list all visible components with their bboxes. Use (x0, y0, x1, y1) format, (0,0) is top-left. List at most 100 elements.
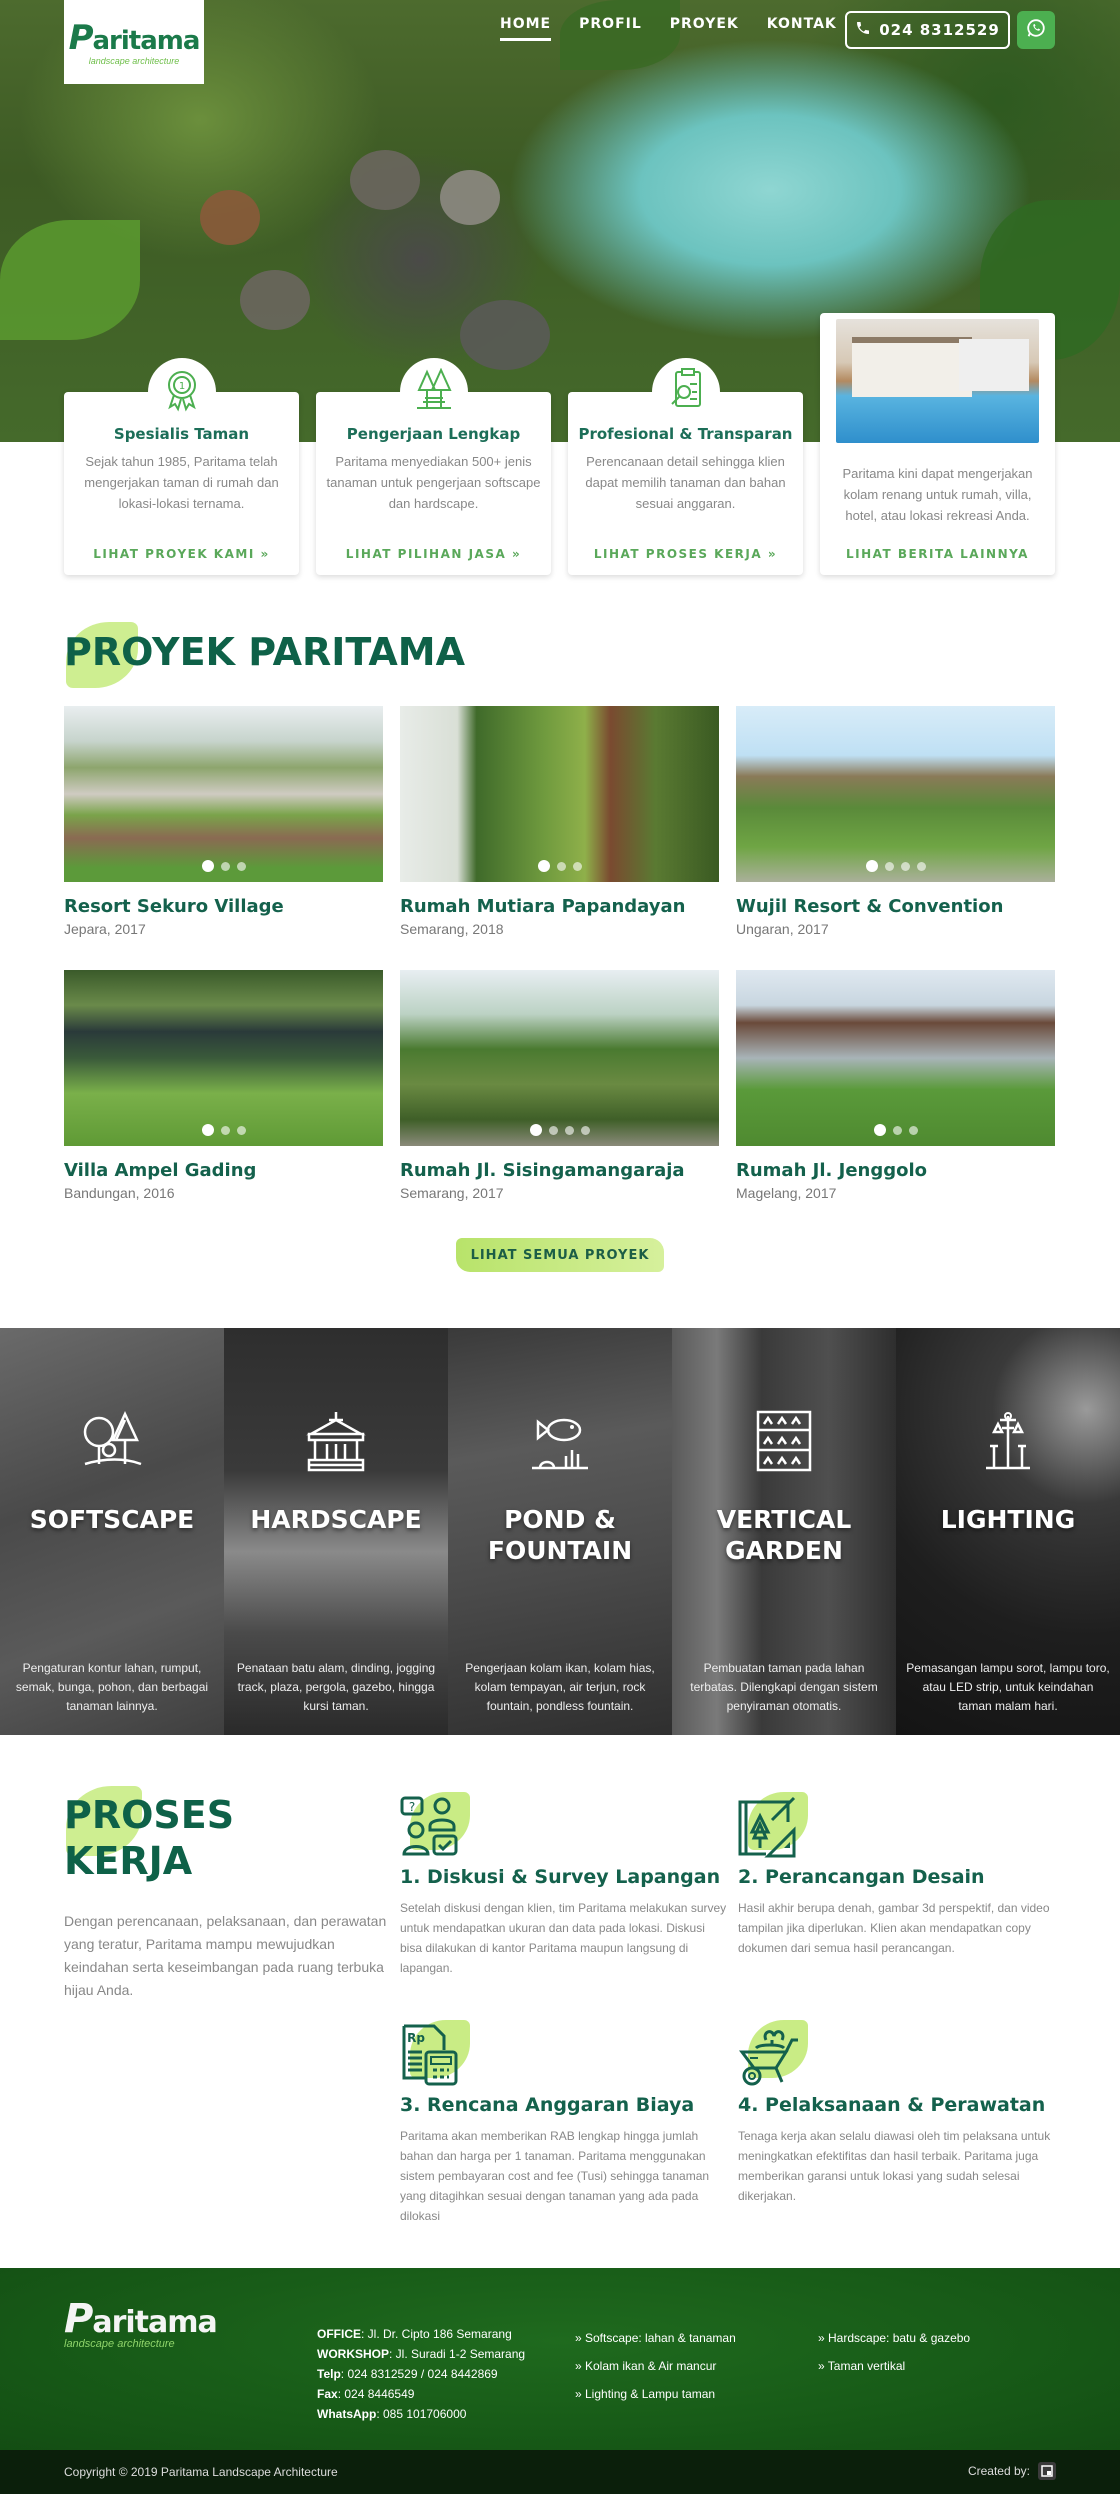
foliage-decoration (0, 220, 140, 340)
project-card[interactable]: Rumah Jl. Sisingamangaraja Semarang, 201… (400, 970, 719, 1234)
process-step: 4. Pelaksanaan & Perawatan Tenaga kerja … (738, 2020, 1068, 2206)
project-image[interactable] (736, 706, 1055, 882)
logo-tagline: landscape architecture (88, 56, 180, 66)
project-name[interactable]: Villa Ampel Gading (64, 1160, 383, 1181)
svg-text:Rp: Rp (407, 2031, 425, 2045)
carousel-dot[interactable] (580, 1125, 590, 1135)
feature-title: Profesional & Transparan (578, 425, 793, 443)
project-card[interactable]: Wujil Resort & Convention Ungaran, 2017 (736, 706, 1055, 970)
nav-home[interactable]: HOME (500, 16, 552, 41)
project-location: Semarang, 2018 (400, 921, 504, 937)
service-title: FOUNTAIN (487, 1536, 633, 1565)
carousel-dots[interactable] (201, 860, 246, 872)
phone-button[interactable]: 024 8312529 (845, 11, 1010, 49)
carousel-dot[interactable] (236, 861, 246, 871)
carousel-dot[interactable] (892, 1125, 902, 1135)
project-card[interactable]: Villa Ampel Gading Bandungan, 2016 (64, 970, 383, 1234)
carousel-dot[interactable] (537, 860, 550, 872)
creator-logo-icon[interactable] (1038, 2462, 1056, 2480)
services-strip: SOFTSCAPE Pengaturan kontur lahan, rumpu… (0, 1328, 1120, 1735)
project-card[interactable]: Resort Sekuro Village Jepara, 2017 (64, 706, 383, 970)
park-trees-icon (413, 367, 455, 417)
vertical-planter-icon (756, 1410, 812, 1477)
logo-initial: P (64, 2296, 93, 2342)
project-location: Semarang, 2017 (400, 1185, 504, 1201)
carousel-dot[interactable] (236, 1125, 246, 1135)
lihat-proses-link[interactable]: LIHAT PROSES KERJA » (568, 547, 803, 561)
logo[interactable]: Paritama landscape architecture (64, 0, 204, 84)
feature-title: Pengerjaan Lengkap (346, 425, 521, 443)
carousel-dot[interactable] (201, 1124, 214, 1136)
lihat-semua-proyek-button[interactable]: LIHAT SEMUA PROYEK (456, 1238, 664, 1272)
carousel-dots[interactable] (201, 1124, 246, 1136)
feature-card: Profesional & Transparan Perencanaan det… (568, 358, 803, 575)
nav-proyek[interactable]: PROYEK (670, 16, 739, 41)
project-card[interactable]: Rumah Jl. Jenggolo Magelang, 2017 (736, 970, 1055, 1234)
carousel-dot[interactable] (548, 1125, 558, 1135)
whatsapp-button[interactable] (1017, 11, 1055, 49)
carousel-dot[interactable] (201, 860, 214, 872)
project-card[interactable]: Rumah Mutiara Papandayan Semarang, 2018 (400, 706, 719, 970)
service-lighting[interactable]: LIGHTING Pemasangan lampu sorot, lampu t… (896, 1328, 1120, 1735)
footer-link-kolam[interactable]: » Kolam ikan & Air mancur (575, 2352, 736, 2380)
project-image[interactable] (400, 970, 719, 1146)
news-text: Paritama kini dapat mengerjakan kolam re… (842, 466, 1033, 523)
step-title: 1. Diskusi & Survey Lapangan (400, 1866, 721, 1888)
nav-profil[interactable]: PROFIL (579, 16, 642, 41)
lihat-berita-link[interactable]: LIHAT BERITA LAINNYA (820, 547, 1055, 561)
lihat-proyek-link[interactable]: LIHAT PROYEK KAMI » (64, 547, 299, 561)
logo-word: aritama (92, 2305, 217, 2340)
nav-kontak[interactable]: KONTAK (767, 16, 837, 41)
carousel-dot[interactable] (916, 861, 926, 871)
lihat-jasa-link[interactable]: LIHAT PILIHAN JASA » (316, 547, 551, 561)
service-hardscape[interactable]: HARDSCAPE Penataan batu alam, dinding, j… (224, 1328, 448, 1735)
copyright-text: Copyright © 2019 Paritama Landscape Arch… (64, 2465, 338, 2479)
carousel-dots[interactable] (529, 1124, 590, 1136)
carousel-dot[interactable] (564, 1125, 574, 1135)
service-vertical-garden[interactable]: VERTICAL GARDEN Pembuatan taman pada laha… (672, 1328, 896, 1735)
project-name[interactable]: Rumah Jl. Sisingamangaraja (400, 1160, 719, 1181)
step-text: Hasil akhir berupa denah, gambar 3d pers… (738, 1901, 1050, 1955)
contact-info: OFFICE: Jl. Dr. Cipto 186 Semarang WORKS… (317, 2324, 525, 2424)
carousel-dots[interactable] (865, 860, 926, 872)
carousel-dot[interactable] (529, 1124, 542, 1136)
created-by-label: Created by: (967, 2464, 1030, 2478)
project-name[interactable]: Rumah Mutiara Papandayan (400, 896, 719, 917)
phone-number: 024 8312529 (879, 21, 1000, 39)
carousel-dot[interactable] (556, 861, 566, 871)
rock-decoration (350, 150, 420, 210)
carousel-dot[interactable] (220, 1125, 230, 1135)
footer-link-softscape[interactable]: » Softscape: lahan & tanaman (575, 2324, 736, 2352)
project-grid: Resort Sekuro Village Jepara, 2017 Rumah… (64, 706, 1056, 1234)
carousel-dot[interactable] (873, 1124, 886, 1136)
footer-link-lighting[interactable]: » Lighting & Lampu taman (575, 2380, 736, 2408)
feature-text: Perencanaan detail sehingga klien dapat … (585, 454, 786, 511)
project-image[interactable] (736, 970, 1055, 1146)
project-image[interactable] (400, 706, 719, 882)
carousel-dot[interactable] (865, 860, 878, 872)
carousel-dots[interactable] (537, 860, 582, 872)
project-name[interactable]: Wujil Resort & Convention (736, 896, 1055, 917)
carousel-dot[interactable] (884, 861, 894, 871)
project-image[interactable] (64, 970, 383, 1146)
whatsapp: WhatsApp: 085 101706000 (317, 2407, 467, 2421)
carousel-dot[interactable] (220, 861, 230, 871)
service-text: Pembuatan taman pada lahan terbatas. Dil… (690, 1661, 878, 1713)
logo-word: aritama (92, 26, 201, 56)
carousel-dot[interactable] (572, 861, 582, 871)
carousel-dot[interactable] (908, 1125, 918, 1135)
pool-villa-photo[interactable] (836, 319, 1039, 443)
workshop-address: WORKSHOP: Jl. Suradi 1-2 Semarang (317, 2347, 526, 2361)
project-name[interactable]: Resort Sekuro Village (64, 896, 383, 917)
feature-cards: 1 Spesialis Taman Sejak tahun 1985, Pari… (64, 313, 1056, 654)
footer-link-hardscape[interactable]: » Hardscape: batu & gazebo (818, 2324, 970, 2352)
carousel-dots[interactable] (873, 1124, 918, 1136)
carousel-dot[interactable] (900, 861, 910, 871)
service-pond-fountain[interactable]: POND & FOUNTAIN Pengerjaan kolam ikan, ko… (448, 1328, 672, 1735)
project-name[interactable]: Rumah Jl. Jenggolo (736, 1160, 1055, 1181)
service-softscape[interactable]: SOFTSCAPE Pengaturan kontur lahan, rumpu… (0, 1328, 224, 1735)
footer-logo[interactable]: Paritama landscape architecture (64, 2296, 218, 2350)
project-image[interactable] (64, 706, 383, 882)
footer: Paritama landscape architecture OFFICE: … (0, 2268, 1120, 2450)
footer-link-vertikal[interactable]: » Taman vertikal (818, 2352, 970, 2380)
